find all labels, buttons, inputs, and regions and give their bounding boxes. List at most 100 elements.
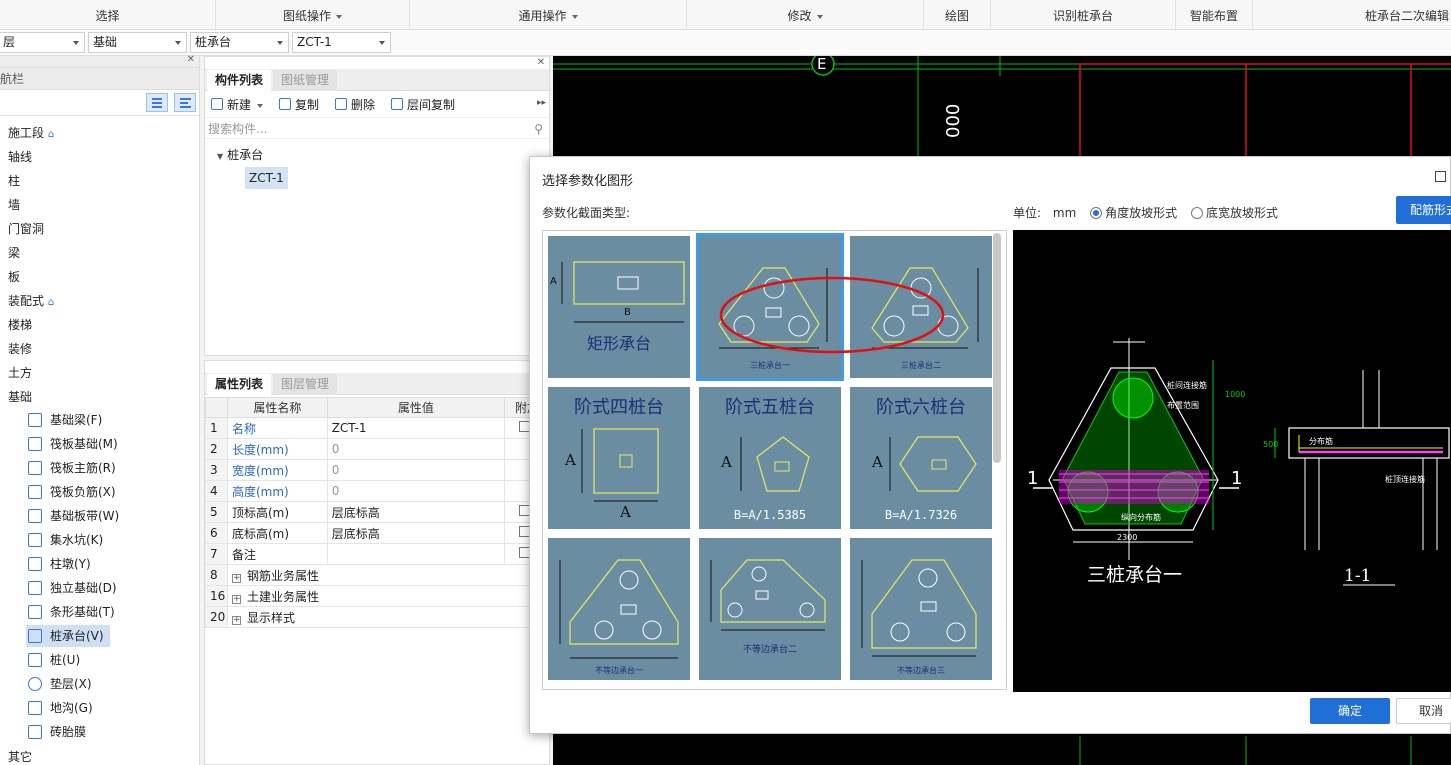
nav-sub-strip-footing[interactable]: 条形基础(T) xyxy=(26,601,121,623)
component-search-input[interactable]: 搜索构件... ⚲ xyxy=(205,119,549,139)
nav-item-other[interactable]: 其它 xyxy=(8,745,32,765)
table-row[interactable]: 7 备注 xyxy=(205,543,550,565)
nav-sub-trench[interactable]: 地沟(G) xyxy=(26,697,99,719)
radio-width-slope[interactable]: 底宽放坡形式 xyxy=(1181,206,1278,220)
row-group-cell[interactable]: + 显示样式 xyxy=(226,606,551,628)
ribbon-group-select[interactable]: 选择 xyxy=(0,0,216,30)
nav-sub-raft-foundation[interactable]: 筏板基础(M) xyxy=(26,433,124,455)
tree-node-pile-cap[interactable]: ▼ 桩承台 xyxy=(217,146,263,163)
row-value[interactable] xyxy=(326,543,506,565)
nav-sub-raft-main-rebar[interactable]: 筏板主筋(R) xyxy=(26,457,122,479)
nav-sub-foundation-beam[interactable]: 基础梁(F) xyxy=(26,409,108,431)
close-icon[interactable]: ✕ xyxy=(187,54,195,65)
category-select[interactable]: 基础 xyxy=(88,32,187,53)
ribbon-group-secondary-edit[interactable]: 桩承台二次编辑 xyxy=(1253,0,1451,30)
nav-sub-brick-mold[interactable]: 砖胎膜 xyxy=(26,721,92,743)
table-row[interactable]: 3 宽度(mm) 0 xyxy=(205,459,550,481)
expand-plus-icon[interactable]: + xyxy=(231,573,241,583)
nav-item-slab[interactable]: 板 xyxy=(8,265,20,289)
more-icon[interactable]: ▸▸ xyxy=(537,98,546,108)
rebar-form-button[interactable]: 配筋形式 xyxy=(1396,196,1451,224)
thumb-unequal-cap-3[interactable]: 不等边承台三 xyxy=(850,538,992,680)
nav-sub-column-pier[interactable]: 柱墩(Y) xyxy=(26,553,97,575)
nav-item-construction-segment[interactable]: 施工段 ⌂ xyxy=(8,121,54,145)
close-icon[interactable]: ✕ xyxy=(537,57,545,68)
ribbon-group-general-ops[interactable]: 通用操作 xyxy=(410,0,687,30)
search-icon[interactable]: ⚲ xyxy=(534,119,543,139)
radio-angle-slope[interactable]: 角度放坡形式 xyxy=(1080,206,1177,220)
nav-sub-cushion[interactable]: 垫层(X) xyxy=(26,673,98,695)
list-view-icon[interactable] xyxy=(146,93,168,112)
row-group-cell[interactable]: + 土建业务属性 xyxy=(226,585,551,607)
floor-copy-button[interactable]: 层间复制 xyxy=(389,96,455,114)
nav-sub-pile-cap[interactable]: 桩承台(V) xyxy=(26,625,110,647)
table-row[interactable]: 1 名称 ZCT-1 xyxy=(205,417,550,439)
table-row-group[interactable]: 20 + 显示样式 xyxy=(205,606,551,628)
ribbon-group-smart-layout[interactable]: 智能布置 xyxy=(1176,0,1253,30)
nav-item-foundation[interactable]: 基础 xyxy=(8,385,32,409)
tab-component-list[interactable]: 构件列表 xyxy=(207,70,272,91)
nav-sub-foundation-strip[interactable]: 基础板带(W) xyxy=(26,505,125,527)
component-select[interactable]: ZCT-1 xyxy=(292,32,391,53)
nav-item-wall[interactable]: 墙 xyxy=(8,193,20,217)
raft-foundation-icon xyxy=(28,437,42,451)
row-value[interactable]: 0 xyxy=(326,480,506,502)
thumb-unequal-cap-1[interactable]: 不等边承台一 xyxy=(548,538,690,680)
table-row[interactable]: 4 高度(mm) 0 xyxy=(205,480,550,502)
tab-property-list[interactable]: 属性列表 xyxy=(207,374,272,395)
row-value[interactable]: 层底标高 xyxy=(326,501,506,523)
ribbon-group-draw[interactable]: 绘图 xyxy=(924,0,991,30)
tree-node-zct-1[interactable]: ZCT-1 xyxy=(245,167,288,189)
thumb-stepped-five-pile[interactable]: 阶式五桩台 A B=A/1.5385 xyxy=(699,387,841,529)
tab-layer-management[interactable]: 图层管理 xyxy=(273,374,338,395)
row-group-cell[interactable]: + 钢筋业务属性 xyxy=(226,564,551,586)
radio-checked-icon[interactable] xyxy=(1090,207,1103,219)
nav-item-earthwork[interactable]: 土方 xyxy=(8,361,32,385)
expand-plus-icon[interactable]: + xyxy=(231,615,241,625)
thumb-rect-cap[interactable]: A B 矩形承台 xyxy=(548,236,690,378)
expand-plus-icon[interactable]: + xyxy=(231,594,241,604)
delete-button[interactable]: 删除 xyxy=(333,96,375,114)
nav-item-beam[interactable]: 梁 xyxy=(8,241,20,265)
nav-sub-raft-neg-rebar[interactable]: 筏板负筋(X) xyxy=(26,481,122,503)
ribbon-group-drawing-ops[interactable]: 图纸操作 xyxy=(216,0,410,30)
floor-select[interactable]: 层 xyxy=(0,32,85,53)
dim-label: A xyxy=(721,453,732,471)
nav-item-axis[interactable]: 轴线 xyxy=(8,145,32,169)
cancel-button[interactable]: 取消 xyxy=(1396,698,1451,724)
confirm-button[interactable]: 确定 xyxy=(1310,698,1390,724)
nav-sub-isolated-footing[interactable]: 独立基础(D) xyxy=(26,577,123,599)
nav-item-stair[interactable]: 楼梯 xyxy=(8,313,32,337)
nav-sub-sump-pit[interactable]: 集水坑(K) xyxy=(26,529,109,551)
table-row[interactable]: 2 长度(mm) 0 xyxy=(205,438,550,460)
table-row-group[interactable]: 16 + 土建业务属性 xyxy=(205,585,551,607)
thumb-unequal-cap-2[interactable]: 不等边承台二 xyxy=(699,538,841,680)
maximize-icon[interactable] xyxy=(1435,171,1446,182)
component-type-select-value: 桩承台 xyxy=(195,35,232,49)
copy-button[interactable]: 复制 xyxy=(277,96,319,114)
nav-sub-pile[interactable]: 桩(U) xyxy=(26,649,86,671)
nav-item-decoration[interactable]: 装修 xyxy=(8,337,32,361)
thumb-stepped-four-pile[interactable]: 阶式四桩台 A A xyxy=(548,387,690,529)
row-value[interactable]: ZCT-1 xyxy=(326,417,506,439)
nav-item-prefab[interactable]: 装配式 ⌂ xyxy=(8,289,54,313)
detail-view-icon[interactable] xyxy=(174,93,196,112)
radio-unchecked-icon[interactable] xyxy=(1190,207,1203,219)
tab-drawing-management[interactable]: 图纸管理 xyxy=(273,70,338,91)
table-row[interactable]: 6 底标高(m) 层底标高 xyxy=(205,522,550,544)
new-button[interactable]: 新建 xyxy=(209,96,263,114)
nav-item-door-window[interactable]: 门窗洞 xyxy=(8,217,44,241)
component-type-select[interactable]: 桩承台 xyxy=(190,32,289,53)
ribbon-group-modify[interactable]: 修改 xyxy=(687,0,924,30)
table-row-group[interactable]: 8 + 钢筋业务属性 xyxy=(205,564,551,586)
table-row[interactable]: 5 顶标高(m) 层底标高 xyxy=(205,501,550,523)
nav-item-label: 门窗洞 xyxy=(8,222,45,236)
nav-sub-label: 垫层(X) xyxy=(50,677,92,691)
row-value[interactable]: 0 xyxy=(326,438,506,460)
nav-item-column[interactable]: 柱 xyxy=(8,169,20,193)
row-value[interactable]: 层底标高 xyxy=(326,522,506,544)
grid-scrollbar[interactable] xyxy=(993,233,1001,463)
ribbon-group-identify-pile-cap[interactable]: 识别桩承台 xyxy=(991,0,1176,30)
row-value[interactable]: 0 xyxy=(326,459,506,481)
thumb-stepped-six-pile[interactable]: 阶式六桩台 A B=A/1.7326 xyxy=(850,387,992,529)
